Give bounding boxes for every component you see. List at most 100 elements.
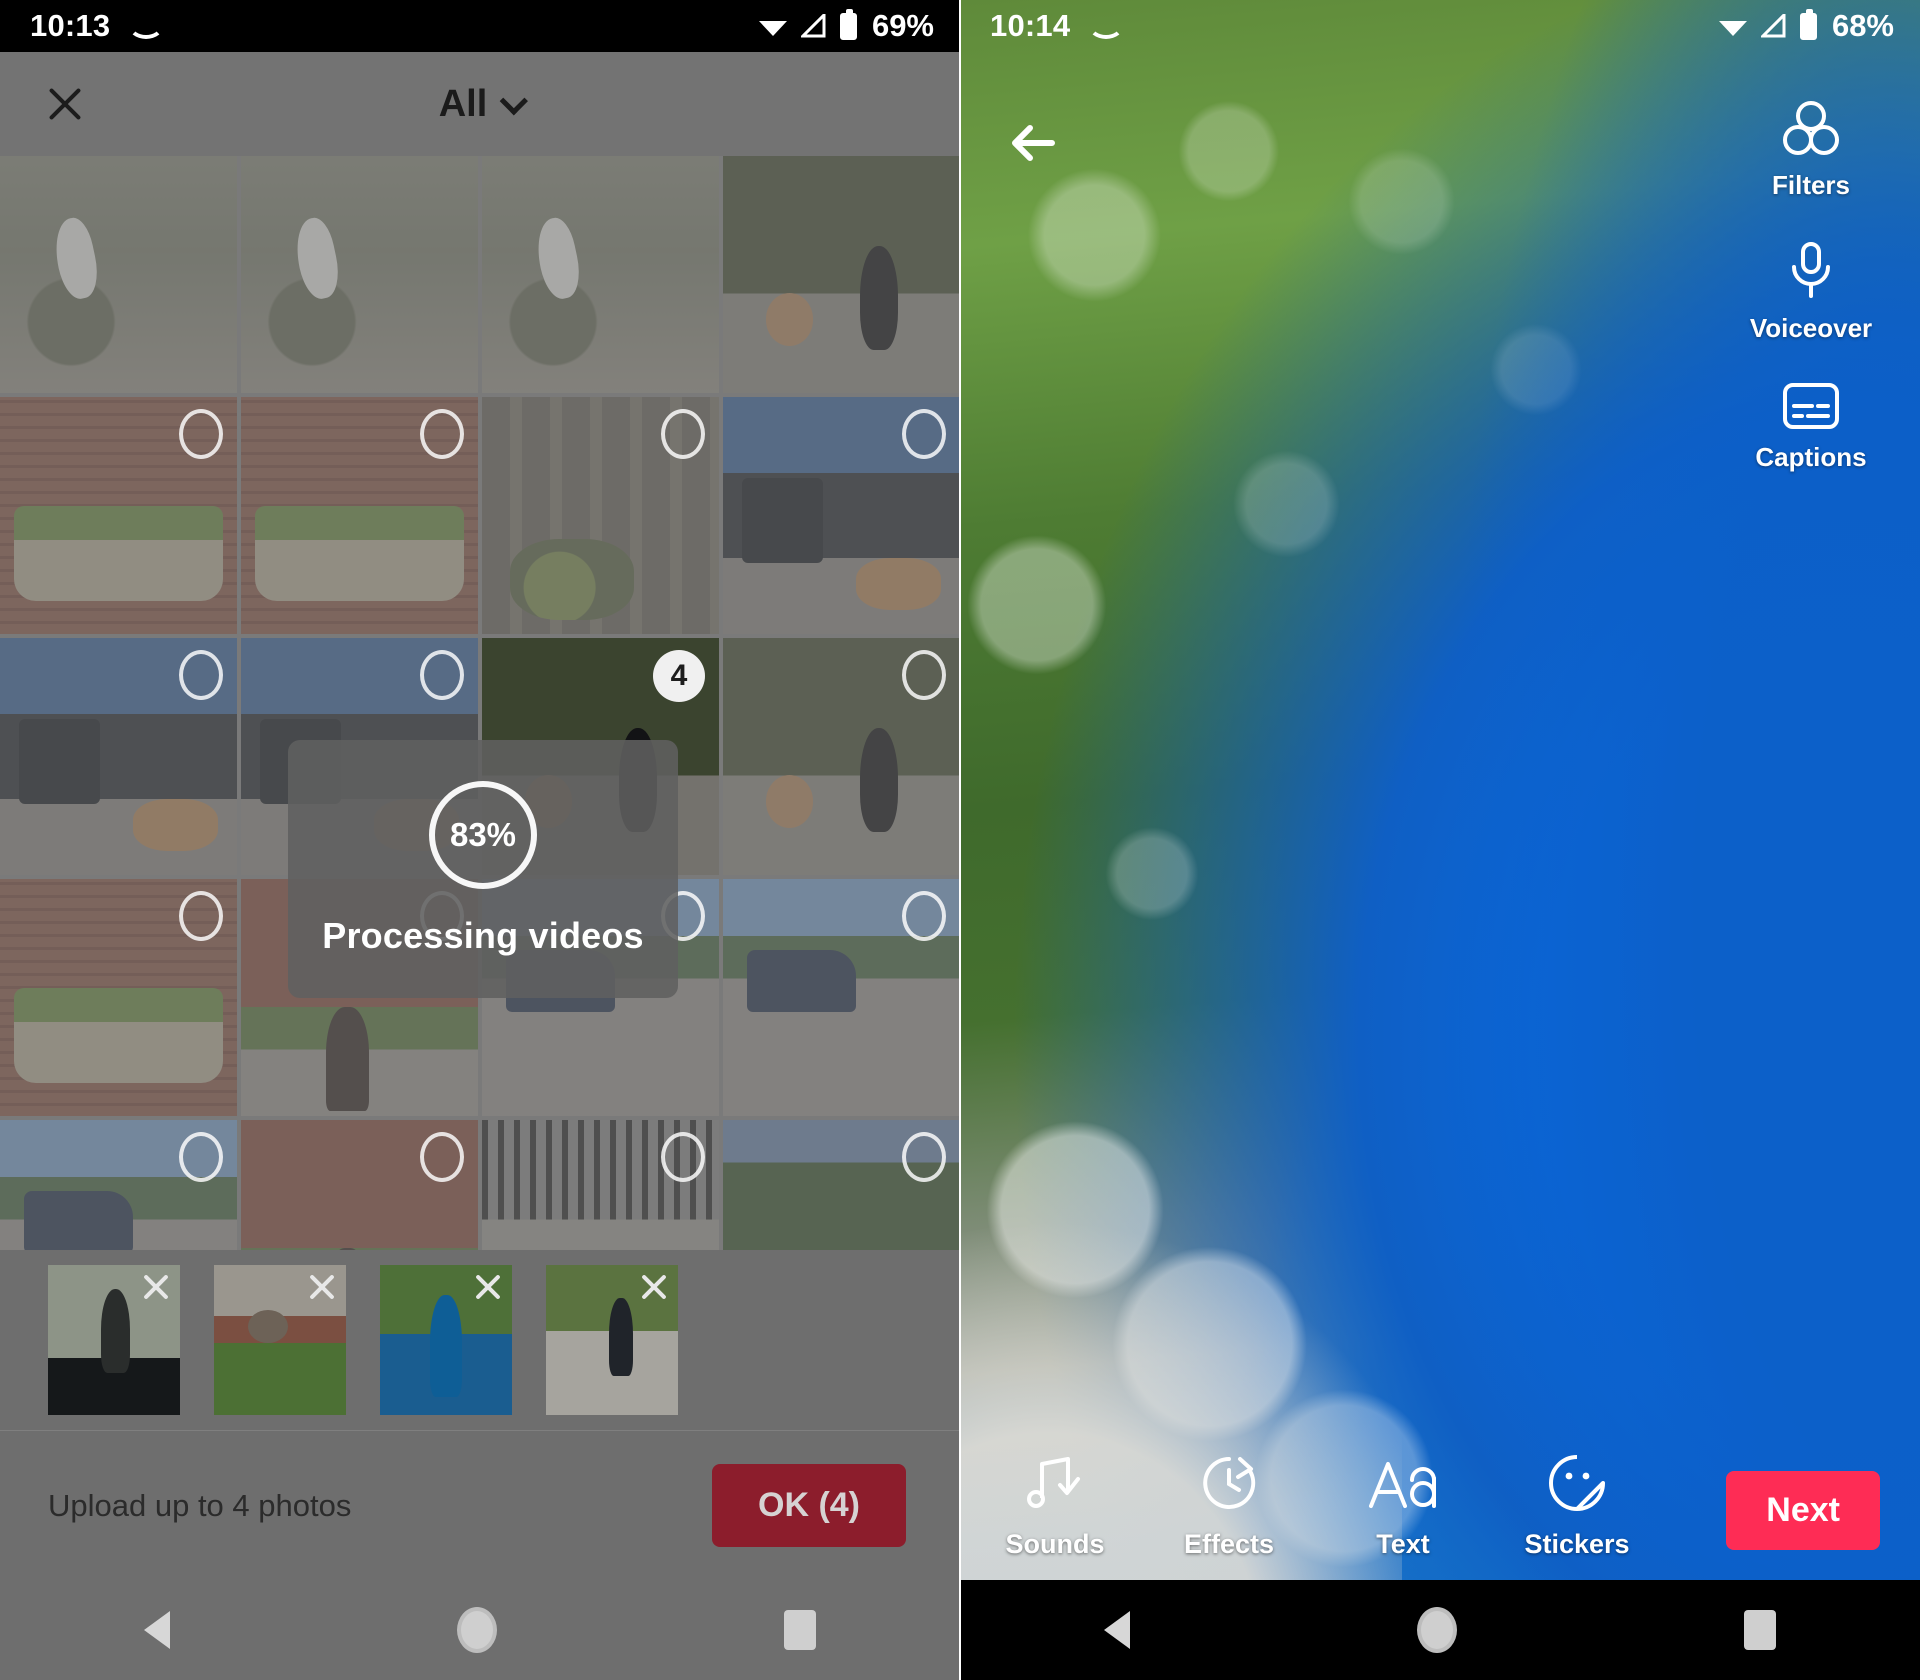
next-button[interactable]: Next — [1726, 1471, 1880, 1550]
microphone-icon — [1784, 239, 1838, 301]
captions-icon — [1782, 382, 1840, 430]
photo-cell[interactable] — [0, 397, 237, 634]
right-status-bar: 10:14 68% — [960, 0, 1920, 52]
tool-effects[interactable]: Effects — [1170, 1454, 1288, 1560]
effects-clock-icon — [1199, 1454, 1259, 1517]
photo-cell[interactable] — [0, 156, 237, 393]
tool-label: Filters — [1771, 170, 1851, 200]
picker-footer: Upload up to 4 photos OK (4) — [0, 1430, 960, 1580]
status-bar-left: 10:14 — [990, 8, 1125, 44]
signal-icon — [1759, 11, 1787, 38]
left-phone-screen: 10:13 69% All 4 83% Processing videos Up… — [0, 0, 960, 1680]
status-time: 10:14 — [990, 8, 1071, 43]
selected-thumbnail[interactable] — [380, 1265, 512, 1415]
screenshot-stage: 10:13 69% All 4 83% Processing videos Up… — [0, 0, 1920, 1680]
photo-dim-overlay — [482, 156, 719, 393]
photo-cell[interactable] — [723, 879, 960, 1116]
selection-radio[interactable] — [420, 1132, 464, 1182]
selected-thumbnail[interactable] — [48, 1265, 180, 1415]
selection-badge[interactable]: 4 — [653, 650, 705, 702]
left-status-bar: 10:13 69% — [0, 0, 960, 52]
selection-radio[interactable] — [179, 650, 223, 700]
wifi-icon — [1718, 15, 1748, 37]
selection-radio[interactable] — [661, 409, 705, 459]
photo-cell[interactable] — [482, 156, 719, 393]
selection-radio[interactable] — [420, 650, 464, 700]
selection-radio[interactable] — [179, 1132, 223, 1182]
close-icon[interactable] — [42, 81, 88, 127]
tool-captions[interactable]: Captions — [1755, 382, 1867, 473]
battery-icon — [839, 8, 857, 40]
photo-cell[interactable] — [241, 397, 478, 634]
nav-home-icon[interactable] — [456, 1607, 497, 1653]
sticker-face-icon — [1548, 1454, 1606, 1517]
battery-percent: 68% — [1831, 8, 1894, 43]
album-title: All — [438, 82, 488, 125]
selection-radio[interactable] — [661, 1132, 705, 1182]
photo-cell[interactable] — [482, 397, 719, 634]
selection-radio[interactable] — [902, 891, 946, 941]
progress-percent: 83% — [449, 816, 517, 853]
status-bar-right: 68% — [1718, 8, 1894, 44]
photo-dim-overlay — [241, 156, 478, 393]
photo-cell[interactable] — [241, 156, 478, 393]
back-arrow-icon[interactable] — [1002, 112, 1064, 174]
tool-stickers[interactable]: Stickers — [1518, 1454, 1636, 1560]
side-tool-rail: Filters Voiceover Captions — [1736, 100, 1886, 473]
selection-radio[interactable] — [179, 409, 223, 459]
remove-thumbnail-icon[interactable] — [638, 1271, 670, 1303]
photo-cell[interactable] — [723, 156, 960, 393]
selection-radio[interactable] — [179, 891, 223, 941]
selection-radio[interactable] — [902, 650, 946, 700]
tool-text[interactable]: Text — [1344, 1458, 1462, 1560]
remove-thumbnail-icon[interactable] — [472, 1271, 504, 1303]
smile-icon — [1088, 19, 1125, 39]
photo-picker: All 4 83% Processing videos Upload up to… — [0, 52, 960, 1580]
selected-thumbnail[interactable] — [546, 1265, 678, 1415]
battery-icon — [1799, 8, 1817, 40]
processing-message: Processing videos — [322, 915, 644, 956]
progress-ring: 83% — [429, 781, 537, 889]
photo-dim-overlay — [723, 156, 960, 393]
album-selector[interactable]: All — [438, 82, 529, 126]
photo-cell[interactable] — [723, 397, 960, 634]
nav-home-icon[interactable] — [1416, 1607, 1457, 1653]
upload-hint: Upload up to 4 photos — [48, 1487, 352, 1523]
tool-label: Effects — [1183, 1529, 1275, 1559]
photo-dim-overlay — [0, 156, 237, 393]
tool-filters[interactable]: Filters — [1772, 100, 1850, 201]
selection-radio[interactable] — [420, 409, 464, 459]
signal-icon — [799, 11, 827, 38]
music-note-check-icon — [1024, 1454, 1086, 1517]
nav-back-icon[interactable] — [143, 1611, 170, 1649]
tool-voiceover[interactable]: Voiceover — [1750, 239, 1872, 344]
status-bar-right: 69% — [758, 8, 934, 44]
photo-cell[interactable] — [723, 638, 960, 875]
photo-cell[interactable] — [0, 879, 237, 1116]
remove-thumbnail-icon[interactable] — [140, 1271, 172, 1303]
battery-percent: 69% — [871, 8, 934, 43]
tool-sounds[interactable]: Sounds — [996, 1454, 1114, 1560]
nav-recents-icon[interactable] — [784, 1610, 817, 1650]
picker-header: All — [0, 52, 960, 156]
ok-button[interactable]: OK (4) — [712, 1464, 906, 1547]
right-phone-screen: 10:14 68% Filters Voiceover Captions Sou… — [960, 0, 1920, 1680]
bottom-tool-row: Sounds Effects Text Stickers — [996, 1454, 1636, 1560]
tool-label: Captions — [1755, 442, 1867, 472]
nav-back-icon[interactable] — [1103, 1611, 1130, 1649]
tool-label: Text — [1376, 1529, 1430, 1559]
selection-radio[interactable] — [902, 409, 946, 459]
nav-recents-icon[interactable] — [1744, 1610, 1777, 1650]
selected-thumbnails-strip — [0, 1250, 960, 1430]
right-android-nav-bar — [960, 1580, 1920, 1680]
smile-icon — [128, 19, 165, 39]
selected-thumbnail[interactable] — [214, 1265, 346, 1415]
photo-cell[interactable] — [0, 638, 237, 875]
status-bar-left: 10:13 — [30, 8, 165, 44]
tool-label: Sounds — [1005, 1529, 1105, 1559]
tool-label: Voiceover — [1749, 313, 1873, 343]
selection-radio[interactable] — [902, 1132, 946, 1182]
left-android-nav-bar — [0, 1580, 960, 1680]
phone-divider — [959, 0, 961, 1680]
remove-thumbnail-icon[interactable] — [306, 1271, 338, 1303]
